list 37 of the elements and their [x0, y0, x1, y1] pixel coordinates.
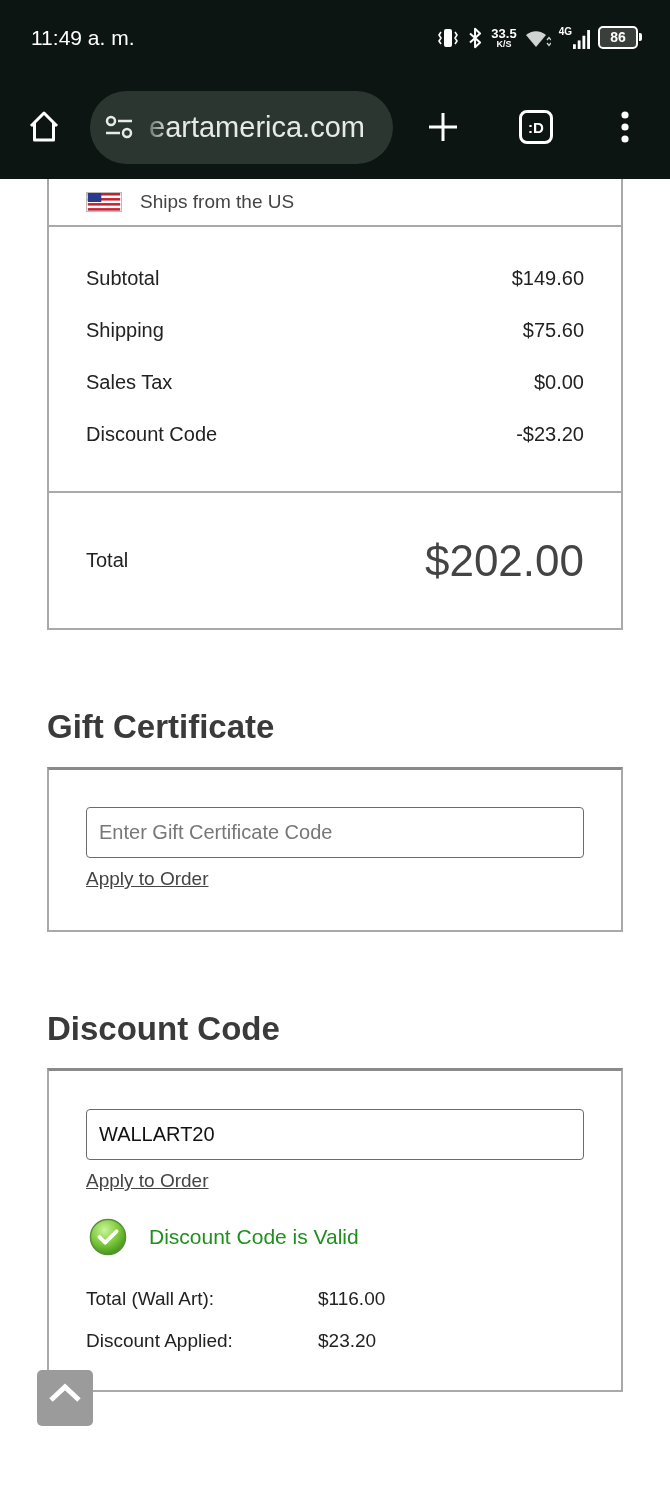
detail-label: Discount Applied:	[86, 1330, 234, 1352]
site-settings-icon[interactable]	[105, 115, 133, 139]
shipping-note: Ships from the US	[140, 191, 295, 213]
summary-label: Shipping	[86, 318, 164, 342]
detail-label: Total (Wall Art):	[86, 1288, 216, 1310]
chevron-up-icon	[48, 1383, 82, 1403]
apply-to-order-link[interactable]: Apply to Order	[86, 868, 209, 890]
scroll-to-top-button[interactable]	[37, 1370, 93, 1426]
clock-time: 11:49 a. m.	[31, 25, 135, 50]
new-tab-icon[interactable]	[428, 112, 458, 142]
menu-icon[interactable]	[621, 111, 629, 143]
signal-bars-icon	[573, 29, 590, 49]
detail-amount: $116.00	[318, 1288, 386, 1310]
validation-message: Discount Code is Valid	[149, 1225, 359, 1249]
tab-switcher-button[interactable]: :D	[519, 110, 553, 144]
network-speed-text: 33.5	[491, 26, 517, 40]
total-label: Total	[86, 549, 129, 572]
total-amount: $202.00	[424, 535, 584, 586]
network-type-text: 4G	[558, 26, 572, 37]
us-flag-icon	[86, 192, 122, 212]
summary-amount: $149.60	[511, 266, 584, 290]
home-icon[interactable]	[27, 110, 61, 144]
network-speed-unit: K/S	[496, 39, 512, 49]
bluetooth-icon	[468, 26, 484, 49]
summary-amount: $75.60	[522, 318, 584, 342]
summary-label: Discount Code	[86, 422, 218, 446]
summary-label: Subtotal	[86, 266, 160, 290]
summary-label: Sales Tax	[86, 370, 173, 394]
discount-code-field[interactable]: WALLART20	[86, 1109, 584, 1160]
apply-to-order-link[interactable]: Apply to Order	[86, 1170, 209, 1192]
section-heading: Gift Certificate	[47, 707, 276, 747]
detail-amount: $23.20	[318, 1330, 378, 1352]
summary-amount: -$23.20	[516, 422, 584, 446]
summary-amount: $0.00	[533, 370, 584, 394]
address-bar[interactable]: eartamerica.com	[90, 90, 393, 164]
gift-certificate-field[interactable]: Enter Gift Certificate Code	[86, 807, 584, 858]
section-heading: Discount Code	[47, 1009, 281, 1049]
